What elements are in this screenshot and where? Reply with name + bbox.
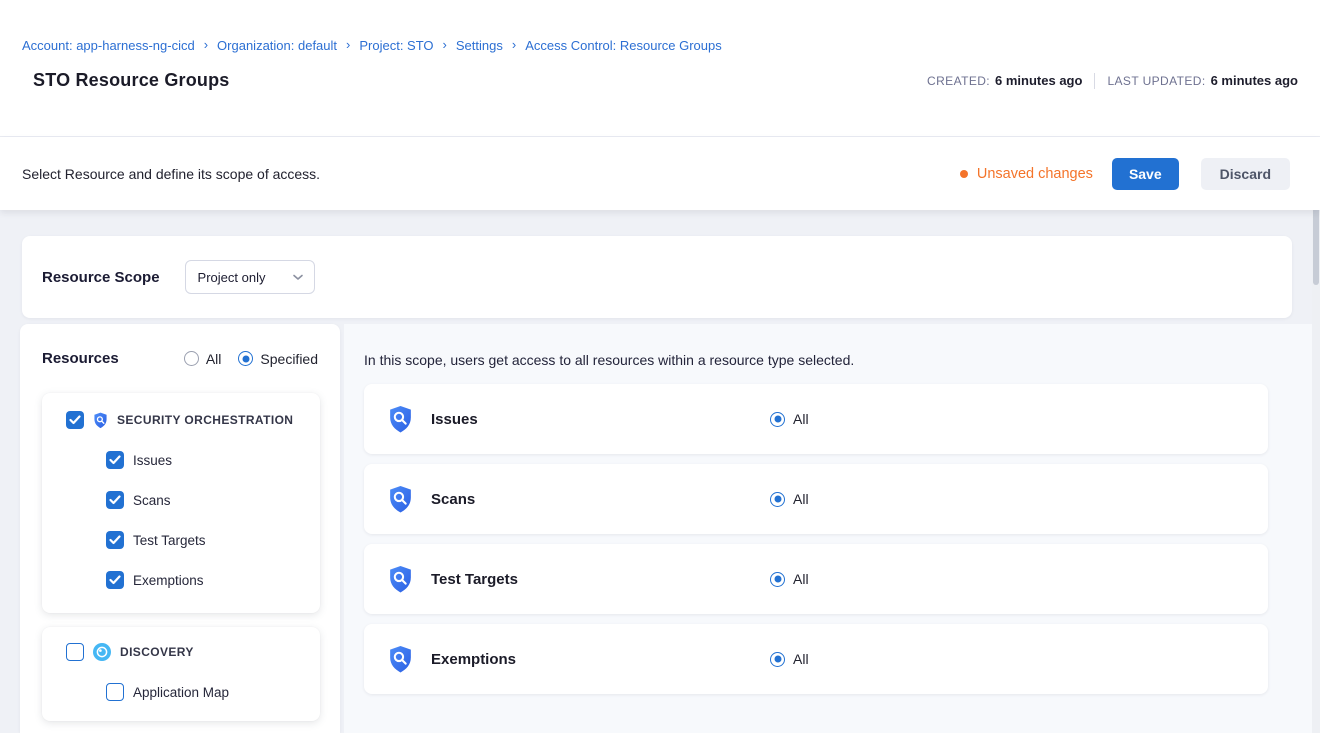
save-button[interactable]: Save: [1112, 158, 1179, 190]
resource-card-title: Scans: [431, 491, 475, 508]
created-label: CREATED:: [927, 74, 990, 88]
checkbox-security-orchestration[interactable]: [66, 411, 84, 429]
resource-card-title: Issues: [431, 411, 478, 428]
checkbox-test-targets[interactable]: [106, 531, 124, 549]
tree-child-row: Application Map: [106, 683, 310, 701]
chevron-down-icon: [292, 273, 304, 281]
created-value: 6 minutes ago: [995, 73, 1082, 88]
radio-all-label: All: [206, 351, 222, 367]
radio-selected-icon: [770, 652, 785, 667]
breadcrumb-separator-icon: ›: [346, 38, 350, 51]
child-label: Exemptions: [133, 573, 204, 588]
resource-groups-page: Account: app-harness-ng-cicd › Organizat…: [0, 0, 1320, 733]
resource-card-scans: Scans All: [364, 464, 1268, 534]
checkbox-application-map[interactable]: [106, 683, 124, 701]
group-label: DISCOVERY: [120, 645, 194, 659]
sto-shield-icon: [93, 412, 108, 429]
radio-selected-icon: [238, 351, 253, 366]
access-radio-all[interactable]: All: [770, 411, 809, 427]
timestamps: CREATED: 6 minutes ago LAST UPDATED: 6 m…: [927, 73, 1298, 89]
breadcrumb-access-control-link[interactable]: Access Control: Resource Groups: [525, 38, 722, 53]
resource-card-title: Test Targets: [431, 571, 518, 588]
sto-shield-icon: [388, 565, 413, 594]
breadcrumb-separator-icon: ›: [512, 38, 516, 51]
resource-card-exemptions: Exemptions All: [364, 624, 1268, 694]
radio-specified-label: Specified: [260, 351, 318, 367]
breadcrumb-account-link[interactable]: Account: app-harness-ng-cicd: [22, 38, 195, 53]
checkbox-scans[interactable]: [106, 491, 124, 509]
breadcrumb-settings-link[interactable]: Settings: [456, 38, 503, 53]
checkbox-discovery[interactable]: [66, 643, 84, 661]
access-all-label: All: [793, 411, 809, 427]
breadcrumb-separator-icon: ›: [443, 38, 447, 51]
checkbox-issues[interactable]: [106, 451, 124, 469]
discovery-icon: [93, 643, 111, 661]
sto-shield-icon: [388, 485, 413, 514]
scope-instruction-text: In this scope, users get access to all r…: [364, 352, 1268, 368]
scope-access-description: Select Resource and define its scope of …: [22, 166, 320, 182]
unsaved-changes-label: Unsaved changes: [977, 166, 1093, 182]
child-label: Issues: [133, 453, 172, 468]
discard-button[interactable]: Discard: [1201, 158, 1290, 190]
group-card-security-orchestration: SECURITY ORCHESTRATION Issues Scans Test…: [42, 393, 320, 613]
access-all-label: All: [793, 491, 809, 507]
unsaved-changes-dot-icon: [960, 170, 968, 178]
page-header: Account: app-harness-ng-cicd › Organizat…: [0, 0, 1320, 137]
resource-scope-selected-value: Project only: [198, 270, 266, 285]
sto-shield-icon: [388, 645, 413, 674]
radio-selected-icon: [770, 412, 785, 427]
checkbox-exemptions[interactable]: [106, 571, 124, 589]
last-updated-label: LAST UPDATED:: [1107, 74, 1205, 88]
resource-card-test-targets: Test Targets All: [364, 544, 1268, 614]
radio-selected-icon: [770, 492, 785, 507]
resources-filter-radios: All Specified: [184, 351, 320, 367]
scrollbar-track: [1312, 137, 1320, 733]
resources-title: Resources: [42, 350, 119, 367]
group-card-discovery: DISCOVERY Application Map: [42, 627, 320, 721]
tree-parent-row: DISCOVERY: [66, 643, 310, 661]
tree-child-row: Exemptions: [106, 571, 310, 589]
tree-child-row: Issues: [106, 451, 310, 469]
resource-scope-card: Resource Scope Project only: [22, 236, 1292, 318]
access-radio-all[interactable]: All: [770, 651, 809, 667]
radio-selected-icon: [770, 572, 785, 587]
breadcrumb-separator-icon: ›: [204, 38, 208, 51]
child-label: Test Targets: [133, 533, 206, 548]
breadcrumb-project-link[interactable]: Project: STO: [359, 38, 433, 53]
last-updated-value: 6 minutes ago: [1211, 73, 1298, 88]
breadcrumb: Account: app-harness-ng-cicd › Organizat…: [0, 0, 1320, 53]
page-title: STO Resource Groups: [33, 70, 230, 91]
sto-shield-icon: [388, 405, 413, 434]
child-label: Application Map: [133, 685, 229, 700]
tree-parent-row: SECURITY ORCHESTRATION: [66, 411, 310, 429]
resource-scope-label: Resource Scope: [42, 269, 160, 286]
radio-option-all[interactable]: All: [184, 351, 222, 367]
meta-divider: [1094, 73, 1095, 89]
scope-panel: In this scope, users get access to all r…: [344, 324, 1320, 733]
resource-scope-dropdown[interactable]: Project only: [185, 260, 315, 294]
radio-option-specified[interactable]: Specified: [238, 351, 318, 367]
access-all-label: All: [793, 571, 809, 587]
content-area: Resource Scope Project only Resources Al…: [0, 210, 1320, 733]
resource-card-issues: Issues All: [364, 384, 1268, 454]
group-label: SECURITY ORCHESTRATION: [117, 413, 293, 427]
radio-unselected-icon: [184, 351, 199, 366]
breadcrumb-organization-link[interactable]: Organization: default: [217, 38, 337, 53]
child-label: Scans: [133, 493, 171, 508]
resource-card-title: Exemptions: [431, 651, 516, 668]
access-all-label: All: [793, 651, 809, 667]
tree-child-row: Test Targets: [106, 531, 310, 549]
action-bar: Select Resource and define its scope of …: [0, 137, 1320, 210]
tree-child-row: Scans: [106, 491, 310, 509]
resources-panel: Resources All Specified: [20, 324, 340, 733]
access-radio-all[interactable]: All: [770, 491, 809, 507]
access-radio-all[interactable]: All: [770, 571, 809, 587]
